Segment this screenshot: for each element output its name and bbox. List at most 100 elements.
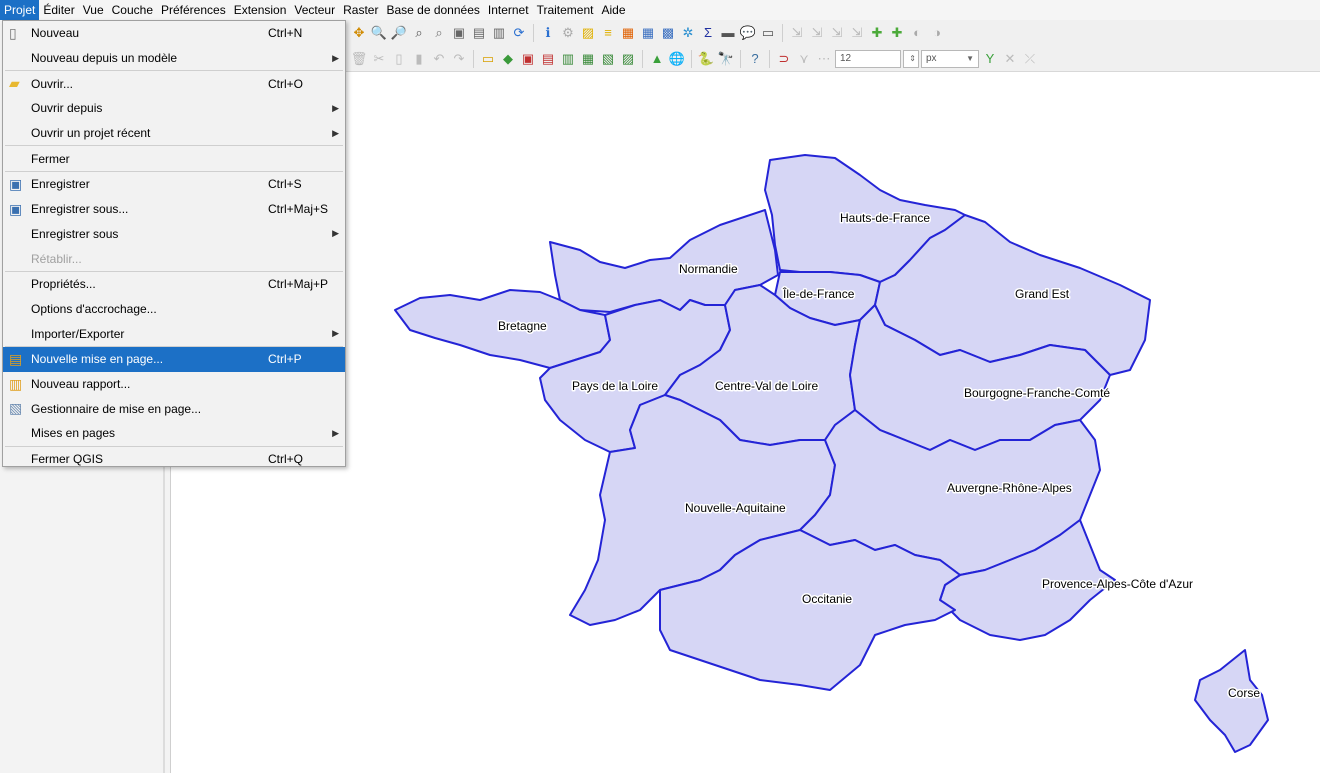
menu-item-importer-exporter[interactable]: Importer/Exporter ▶: [3, 321, 345, 346]
label-bretagne: Bretagne: [498, 319, 547, 333]
change-label-icon[interactable]: ▧: [599, 50, 617, 68]
pan-map-icon[interactable]: ✥: [350, 24, 368, 42]
digitize-icon[interactable]: ⇲: [808, 24, 826, 42]
menu-item-nouveau-rapport[interactable]: ▥ Nouveau rapport...: [3, 372, 345, 397]
python-console-icon[interactable]: 🐍: [697, 50, 715, 68]
statistics-icon[interactable]: Σ: [699, 24, 717, 42]
show-label-icon[interactable]: ▤: [539, 50, 557, 68]
redo-icon[interactable]: ↷: [450, 50, 468, 68]
measure-icon[interactable]: ▬: [719, 24, 737, 42]
menubar-item-traitement[interactable]: Traitement: [533, 0, 598, 20]
actions-icon[interactable]: ⚙: [559, 24, 577, 42]
magnet-icon[interactable]: ⊃: [775, 50, 793, 68]
help-icon[interactable]: ?: [746, 50, 764, 68]
select-features-icon[interactable]: ▨: [579, 24, 597, 42]
cancel-snap-icon[interactable]: ✕: [1001, 50, 1019, 68]
zoom-last-icon[interactable]: ▤: [470, 24, 488, 42]
menu-item-mises-en-pages[interactable]: Mises en pages ▶: [3, 421, 345, 446]
menubar-item-extension[interactable]: Extension: [230, 0, 291, 20]
cut-icon[interactable]: ✂: [370, 50, 388, 68]
menu-item-label: Ouvrir un projet récent: [31, 126, 151, 141]
project-menu: ▯ Nouveau Ctrl+N Nouveau depuis un modèle ▶ ▰…: [2, 20, 346, 467]
zoom-in-icon[interactable]: 🔍: [370, 24, 388, 42]
snapping-icon[interactable]: ⋎: [795, 50, 813, 68]
refresh-icon[interactable]: ⟳: [510, 24, 528, 42]
plugin-icon[interactable]: ✚: [868, 24, 886, 42]
spinbox-arrows[interactable]: ⇕: [903, 49, 919, 68]
zoom-selection-icon[interactable]: ⌕: [430, 24, 448, 42]
toolbar-separator: [642, 49, 643, 68]
menu-item-propriétés[interactable]: Propriétés... Ctrl+Maj+P: [3, 272, 345, 297]
pin-label-icon[interactable]: ▣: [519, 50, 537, 68]
menu-item-enregistrer[interactable]: ▣ Enregistrer Ctrl+S: [3, 172, 345, 197]
deselect-icon[interactable]: ▦: [619, 24, 637, 42]
region-corse[interactable]: [1194, 649, 1269, 753]
toolbar-separator: [691, 49, 692, 68]
plugin-icon[interactable]: ◐: [908, 24, 926, 42]
copy-icon[interactable]: ▯: [390, 50, 408, 68]
move-label-icon[interactable]: ▥: [559, 50, 577, 68]
trace-icon[interactable]: Y: [981, 50, 999, 68]
menubar-item-base-de-données[interactable]: Base de données: [382, 0, 483, 20]
menubar-item-vecteur[interactable]: Vecteur: [290, 0, 339, 20]
menu-item-nouveau-depuis-un-modèle[interactable]: Nouveau depuis un modèle ▶: [3, 46, 345, 71]
triangle-icon[interactable]: ▲: [648, 50, 666, 68]
zoom-layer-icon[interactable]: ▣: [450, 24, 468, 42]
toolbar-separator: [769, 49, 770, 68]
zoom-out-icon[interactable]: 🔎: [390, 24, 408, 42]
save-as-icon: ▣: [9, 200, 23, 217]
zoom-next-icon[interactable]: ▥: [490, 24, 508, 42]
menu-item-shortcut: Ctrl+P: [268, 352, 302, 367]
processing-toolbox-icon[interactable]: ✲: [679, 24, 697, 42]
paste-icon[interactable]: ▮: [410, 50, 428, 68]
menu-item-shortcut: Ctrl+Q: [268, 452, 304, 467]
menu-item-nouveau[interactable]: ▯ Nouveau Ctrl+N: [3, 21, 345, 46]
menubar-item-éditer[interactable]: Éditer: [39, 0, 78, 20]
new-file-icon: ▯: [9, 25, 17, 41]
undo-icon[interactable]: ↶: [430, 50, 448, 68]
delete-icon[interactable]: 🗑: [350, 50, 368, 68]
globe-icon[interactable]: 🌐: [668, 50, 686, 68]
menu-item-enregistrer-sous[interactable]: ▣ Enregistrer sous... Ctrl+Maj+S: [3, 197, 345, 222]
tolerance-icon[interactable]: ⋯: [815, 50, 833, 68]
split-icon[interactable]: ⤫: [1021, 50, 1039, 68]
menu-item-nouvelle-mise-en-page[interactable]: ▤ Nouvelle mise en page... Ctrl+P: [3, 346, 345, 372]
zoom-full-icon[interactable]: ⌕: [410, 24, 428, 42]
identify-icon[interactable]: ℹ: [539, 24, 557, 42]
menubar-item-couche[interactable]: Couche: [108, 0, 157, 20]
menu-item-enregistrer-sous[interactable]: Enregistrer sous ▶: [3, 222, 345, 247]
menu-item-fermer[interactable]: Fermer: [3, 146, 345, 171]
menubar-item-préférences[interactable]: Préférences: [157, 0, 230, 20]
menubar-item-vue[interactable]: Vue: [79, 0, 108, 20]
unit-select[interactable]: px ▼: [921, 49, 979, 68]
select-by-value-icon[interactable]: ≡: [599, 24, 617, 42]
menu-item-rétablir[interactable]: Rétablir...: [3, 246, 345, 271]
digitize-icon[interactable]: ⇲: [788, 24, 806, 42]
menubar-item-raster[interactable]: Raster: [339, 0, 382, 20]
digitize-icon[interactable]: ⇲: [828, 24, 846, 42]
binoculars-icon[interactable]: 🔭: [717, 50, 735, 68]
label-property-icon[interactable]: ▨: [619, 50, 637, 68]
field-calculator-icon[interactable]: ▩: [659, 24, 677, 42]
menubar-item-aide[interactable]: Aide: [597, 0, 629, 20]
menu-item-ouvrir-depuis[interactable]: Ouvrir depuis ▶: [3, 96, 345, 121]
menu-item-label: Options d'accrochage...: [31, 301, 157, 316]
digitize-icon[interactable]: ⇲: [848, 24, 866, 42]
label-icon[interactable]: ▭: [479, 50, 497, 68]
plugin-icon[interactable]: ◑: [928, 24, 946, 42]
menubar-item-projet[interactable]: Projet: [0, 0, 40, 20]
menu-item-ouvrir-un-projet-récent[interactable]: Ouvrir un projet récent ▶: [3, 121, 345, 146]
annotation-icon[interactable]: 💬: [739, 24, 757, 42]
menu-item-fermer-qgis[interactable]: Fermer QGIS Ctrl+Q: [3, 447, 345, 472]
menu-item-options-d-accrochage[interactable]: Options d'accrochage...: [3, 297, 345, 322]
snapping-tolerance-input[interactable]: 12: [835, 49, 901, 68]
menu-item-gestionnaire-de-mise-en-page[interactable]: ▧ Gestionnaire de mise en page...: [3, 396, 345, 421]
text-annotation-icon[interactable]: ▭: [759, 24, 777, 42]
snapping-tolerance-value: 12: [840, 53, 852, 64]
rotate-label-icon[interactable]: ▦: [579, 50, 597, 68]
menubar-item-internet[interactable]: Internet: [484, 0, 533, 20]
attribute-table-icon[interactable]: ▦: [639, 24, 657, 42]
plugin-icon[interactable]: ✚: [888, 24, 906, 42]
menu-item-ouvrir[interactable]: ▰ Ouvrir... Ctrl+O: [3, 71, 345, 96]
label-style-icon[interactable]: ◆: [499, 50, 517, 68]
